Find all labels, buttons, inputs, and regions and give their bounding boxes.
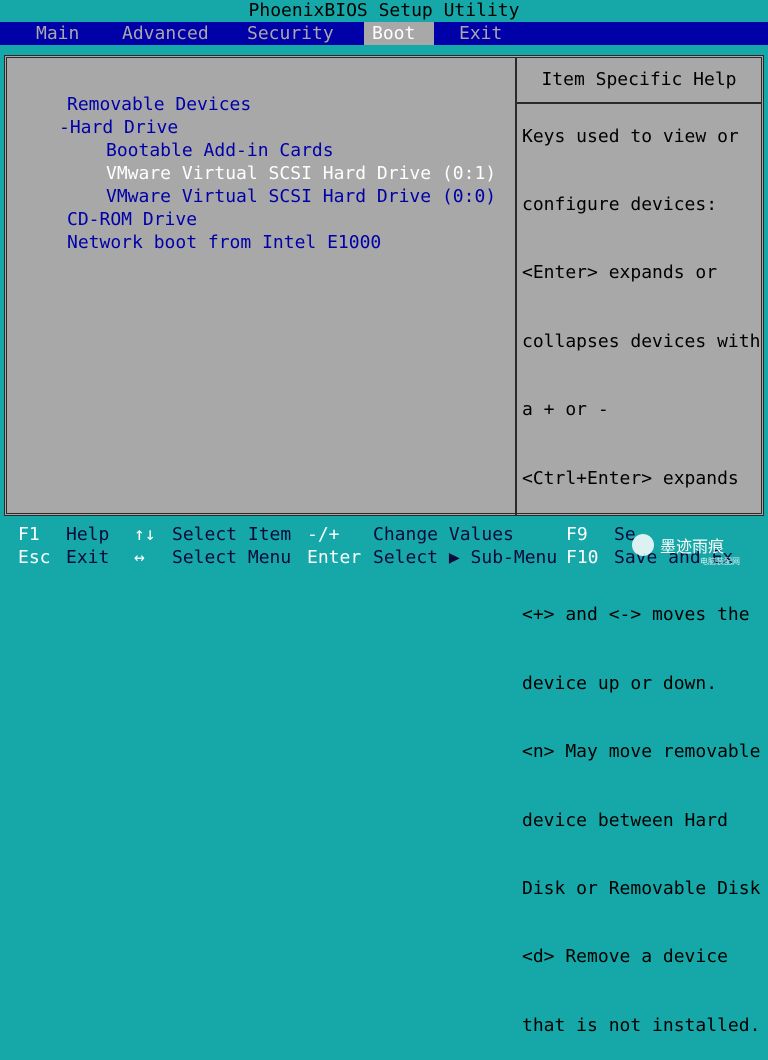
key-left-right-desc: Select Menu <box>172 547 292 568</box>
key-esc-desc: Exit <box>66 547 110 568</box>
help-line: device up or down. <box>522 672 718 694</box>
tab-advanced[interactable]: Advanced <box>114 22 217 45</box>
key-left-right: ↔ <box>134 547 145 568</box>
tab-exit[interactable]: Exit <box>451 22 510 45</box>
tab-boot[interactable]: Boot <box>364 22 434 45</box>
key-minus-plus: -/+ <box>307 524 340 545</box>
boot-item-bootable-add-in-cards[interactable]: Bootable Add-in Cards <box>106 140 334 162</box>
help-line: Keys used to view or <box>522 125 739 147</box>
key-up-down: ↑↓ <box>134 524 156 545</box>
help-line: that is not installed. <box>522 1014 761 1036</box>
menu-bar: Main Advanced Security Boot Exit <box>0 22 768 45</box>
panel-divider <box>515 58 517 515</box>
wechat-icon <box>632 534 654 556</box>
boot-item-cd-rom-drive[interactable]: CD-ROM Drive <box>67 209 197 231</box>
boot-item-hard-drive[interactable]: -Hard Drive <box>59 117 178 139</box>
key-up-down-desc: Select Item <box>172 524 292 545</box>
help-line: a + or - <box>522 399 609 421</box>
key-f1: F1 <box>18 524 40 545</box>
help-line: <+> and <-> moves the <box>522 604 750 626</box>
boot-item-vmware-scsi-0-0[interactable]: VMware Virtual SCSI Hard Drive (0:0) <box>106 186 496 208</box>
help-line: collapses devices with <box>522 330 761 352</box>
help-line: <Ctrl+Enter> expands <box>522 467 739 489</box>
tab-main[interactable]: Main <box>28 22 87 45</box>
help-line: <d> Remove a device <box>522 946 728 968</box>
key-f1-desc: Help <box>66 524 110 545</box>
key-f9: F9 <box>566 524 588 545</box>
app-title: PhoenixBIOS Setup Utility <box>0 0 768 22</box>
help-line: Disk or Removable Disk <box>522 877 761 899</box>
boot-item-network-boot[interactable]: Network boot from Intel E1000 <box>67 232 381 254</box>
watermark-text: 墨迹雨痕 <box>660 537 725 556</box>
key-esc: Esc <box>18 547 51 568</box>
help-line: <Enter> expands or <box>522 262 718 284</box>
key-minus-plus-desc: Change Values <box>373 524 514 545</box>
tab-security[interactable]: Security <box>239 22 342 45</box>
watermark-subtext: 电脑装配网 <box>700 557 740 566</box>
help-line: configure devices: <box>522 193 718 215</box>
key-enter-desc: Select ▶ Sub-Menu <box>373 547 558 568</box>
help-line: device between Hard <box>522 809 728 831</box>
boot-item-vmware-scsi-0-1[interactable]: VMware Virtual SCSI Hard Drive (0:1) <box>106 163 496 185</box>
boot-item-removable-devices[interactable]: Removable Devices <box>67 94 251 116</box>
help-line: <n> May move removable <box>522 741 761 763</box>
key-enter: Enter <box>307 547 362 568</box>
key-f10: F10 <box>566 547 599 568</box>
